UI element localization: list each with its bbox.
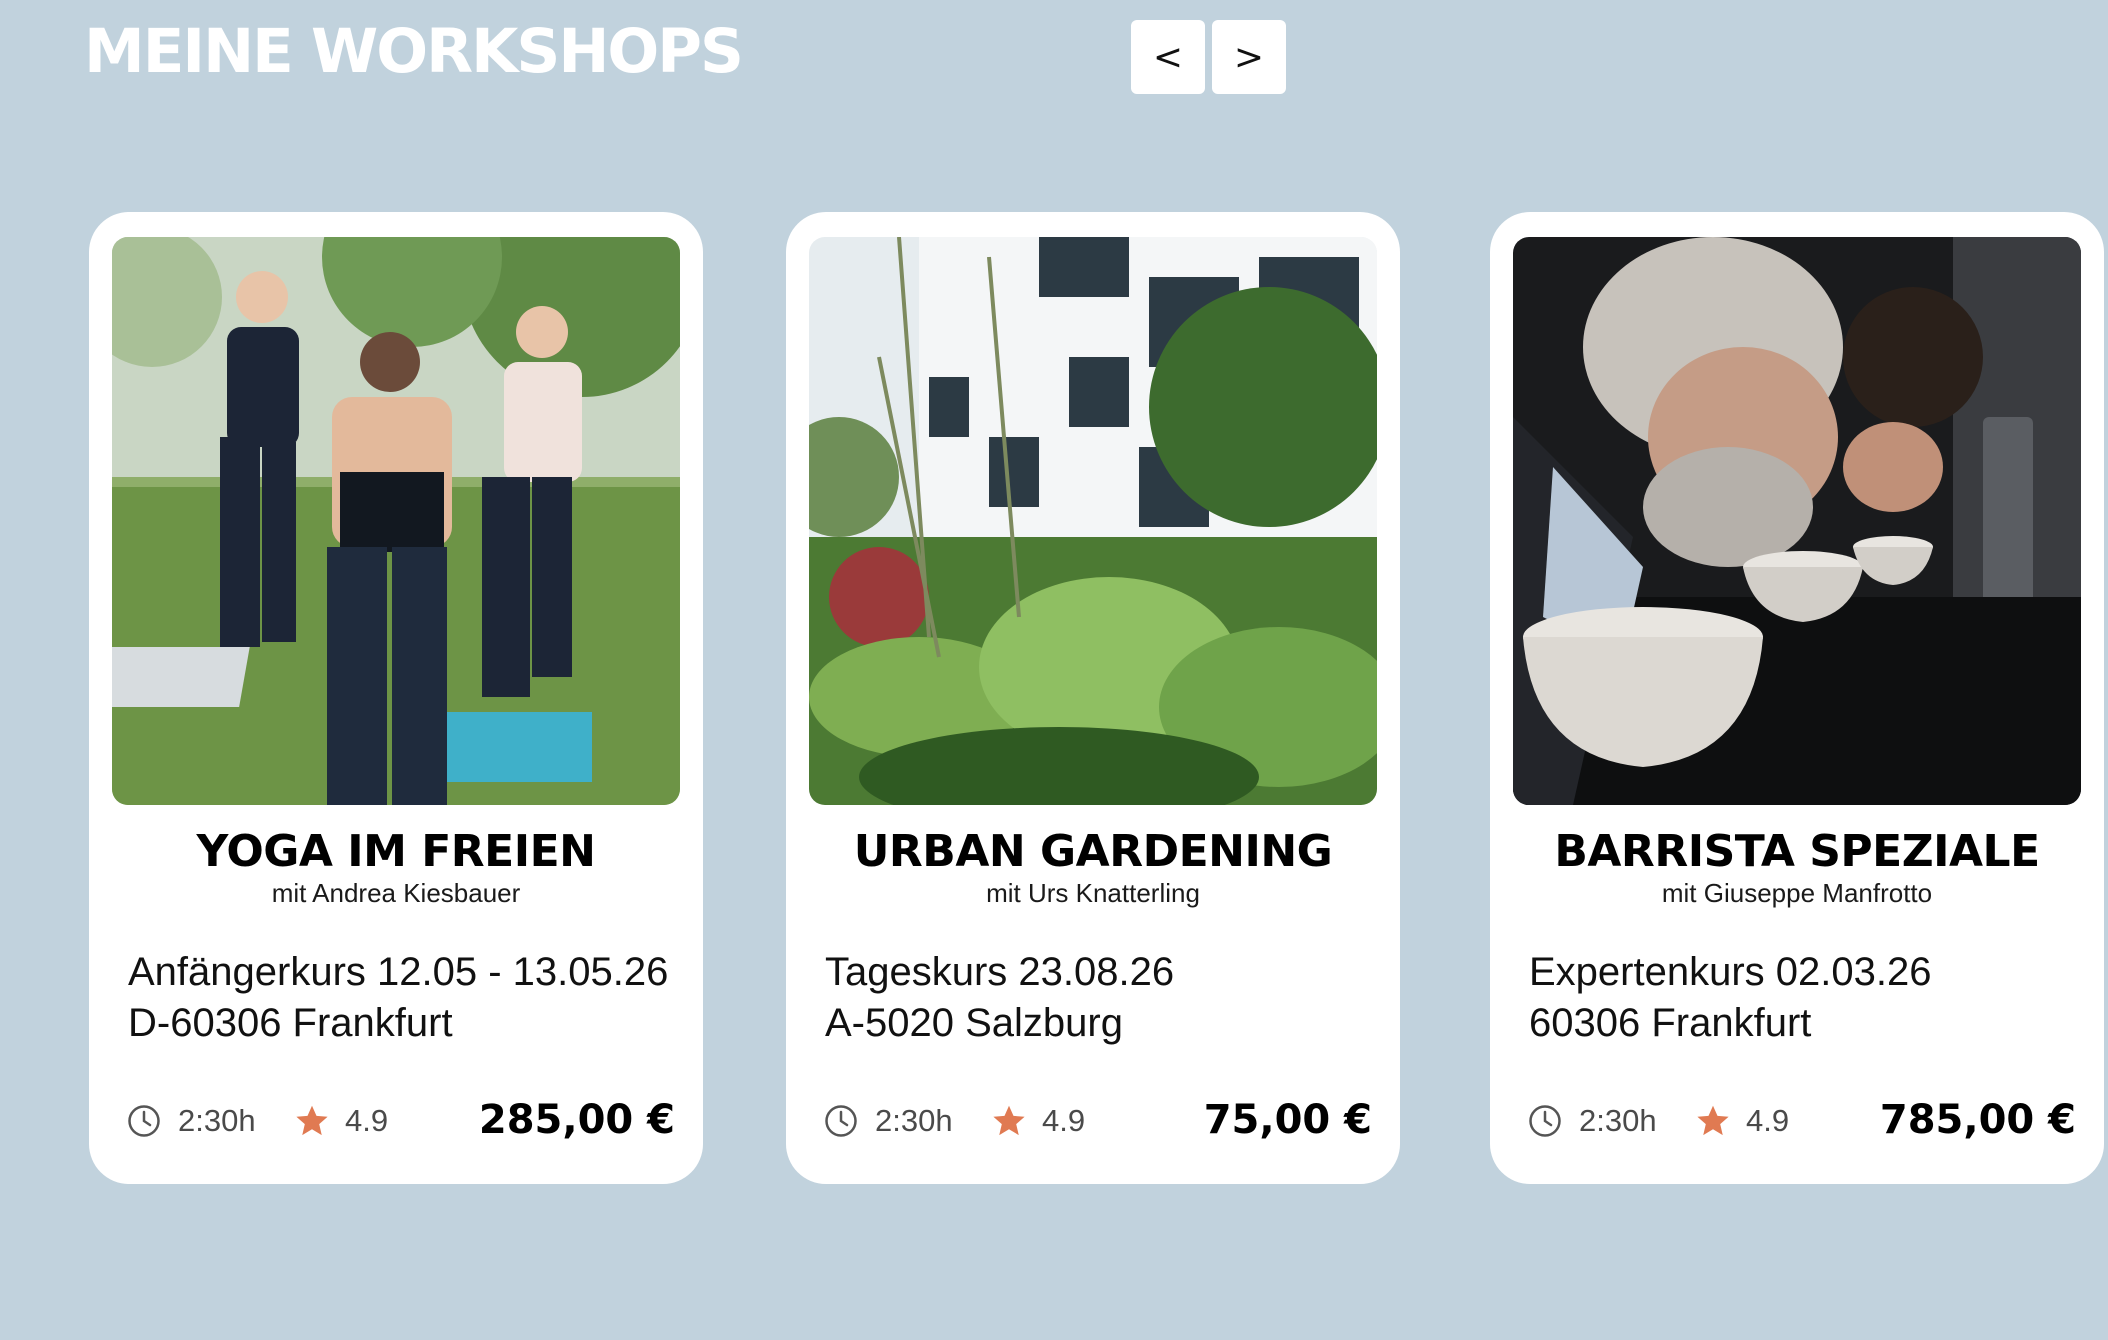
workshop-course: Tageskurs 23.08.26 <box>825 950 1175 994</box>
clock-icon <box>128 1105 160 1137</box>
workshop-rating: 4.9 <box>345 1103 389 1138</box>
workshop-rating: 4.9 <box>1746 1103 1790 1138</box>
workshop-price: 75,00 € <box>1203 1097 1372 1143</box>
star-icon <box>1697 1105 1729 1136</box>
workshop-card-urban-gardening[interactable]: URBAN GARDENING mit Urs Knatterling Tage… <box>786 212 1400 1184</box>
workshop-instructor: mit Urs Knatterling <box>986 878 1200 908</box>
workshop-instructor: mit Giuseppe Manfrotto <box>1661 878 1933 908</box>
carousel-next-button[interactable]: > <box>1212 20 1286 94</box>
workshop-card-barrista[interactable]: BARRISTA SPEZIALE mit Giuseppe Manfrotto… <box>1490 212 2104 1184</box>
workshop-title: URBAN GARDENING <box>853 826 1333 877</box>
workshop-footer: 2:30h 4.9 785,00 € <box>1528 1092 2076 1148</box>
star-icon <box>296 1105 328 1136</box>
workshop-duration: 2:30h <box>875 1103 953 1138</box>
workshop-title: YOGA IM FREIEN <box>196 826 596 877</box>
workshop-location: 60306 Frankfurt <box>1529 1001 1812 1045</box>
yoga-photo <box>112 237 680 805</box>
workshop-duration: 2:30h <box>178 1103 256 1138</box>
workshop-location: D-60306 Frankfurt <box>128 1001 453 1045</box>
workshop-course: Expertenkurs 02.03.26 <box>1529 950 1932 994</box>
coffee-photo <box>1513 237 2081 805</box>
star-icon <box>993 1105 1025 1136</box>
workshop-info: Expertenkurs 02.03.26 60306 Frankfurt <box>1529 947 2089 1049</box>
garden-photo <box>809 237 1377 805</box>
page-title: MEINE WORKSHOPS <box>84 16 744 87</box>
workshop-rating: 4.9 <box>1042 1103 1086 1138</box>
workshop-footer: 2:30h 4.9 75,00 € <box>824 1092 1372 1148</box>
clock-icon <box>1529 1105 1561 1137</box>
workshop-course: Anfängerkurs 12.05 - 13.05.26 <box>128 950 669 994</box>
workshop-instructor: mit Andrea Kiesbauer <box>271 878 521 908</box>
workshop-price: 785,00 € <box>1879 1097 2076 1143</box>
workshop-title: BARRISTA SPEZIALE <box>1554 826 2040 877</box>
carousel-prev-button[interactable]: < <box>1131 20 1205 94</box>
workshop-location: A-5020 Salzburg <box>825 1001 1123 1045</box>
workshop-footer: 2:30h 4.9 285,00 € <box>127 1092 675 1148</box>
workshop-card-yoga[interactable]: YOGA IM FREIEN mit Andrea Kiesbauer Anfä… <box>89 212 703 1184</box>
workshop-info: Anfängerkurs 12.05 - 13.05.26 D-60306 Fr… <box>128 947 688 1049</box>
workshop-price: 285,00 € <box>478 1097 675 1143</box>
workshop-info: Tageskurs 23.08.26 A-5020 Salzburg <box>825 947 1385 1049</box>
workshop-duration: 2:30h <box>1579 1103 1657 1138</box>
clock-icon <box>825 1105 857 1137</box>
